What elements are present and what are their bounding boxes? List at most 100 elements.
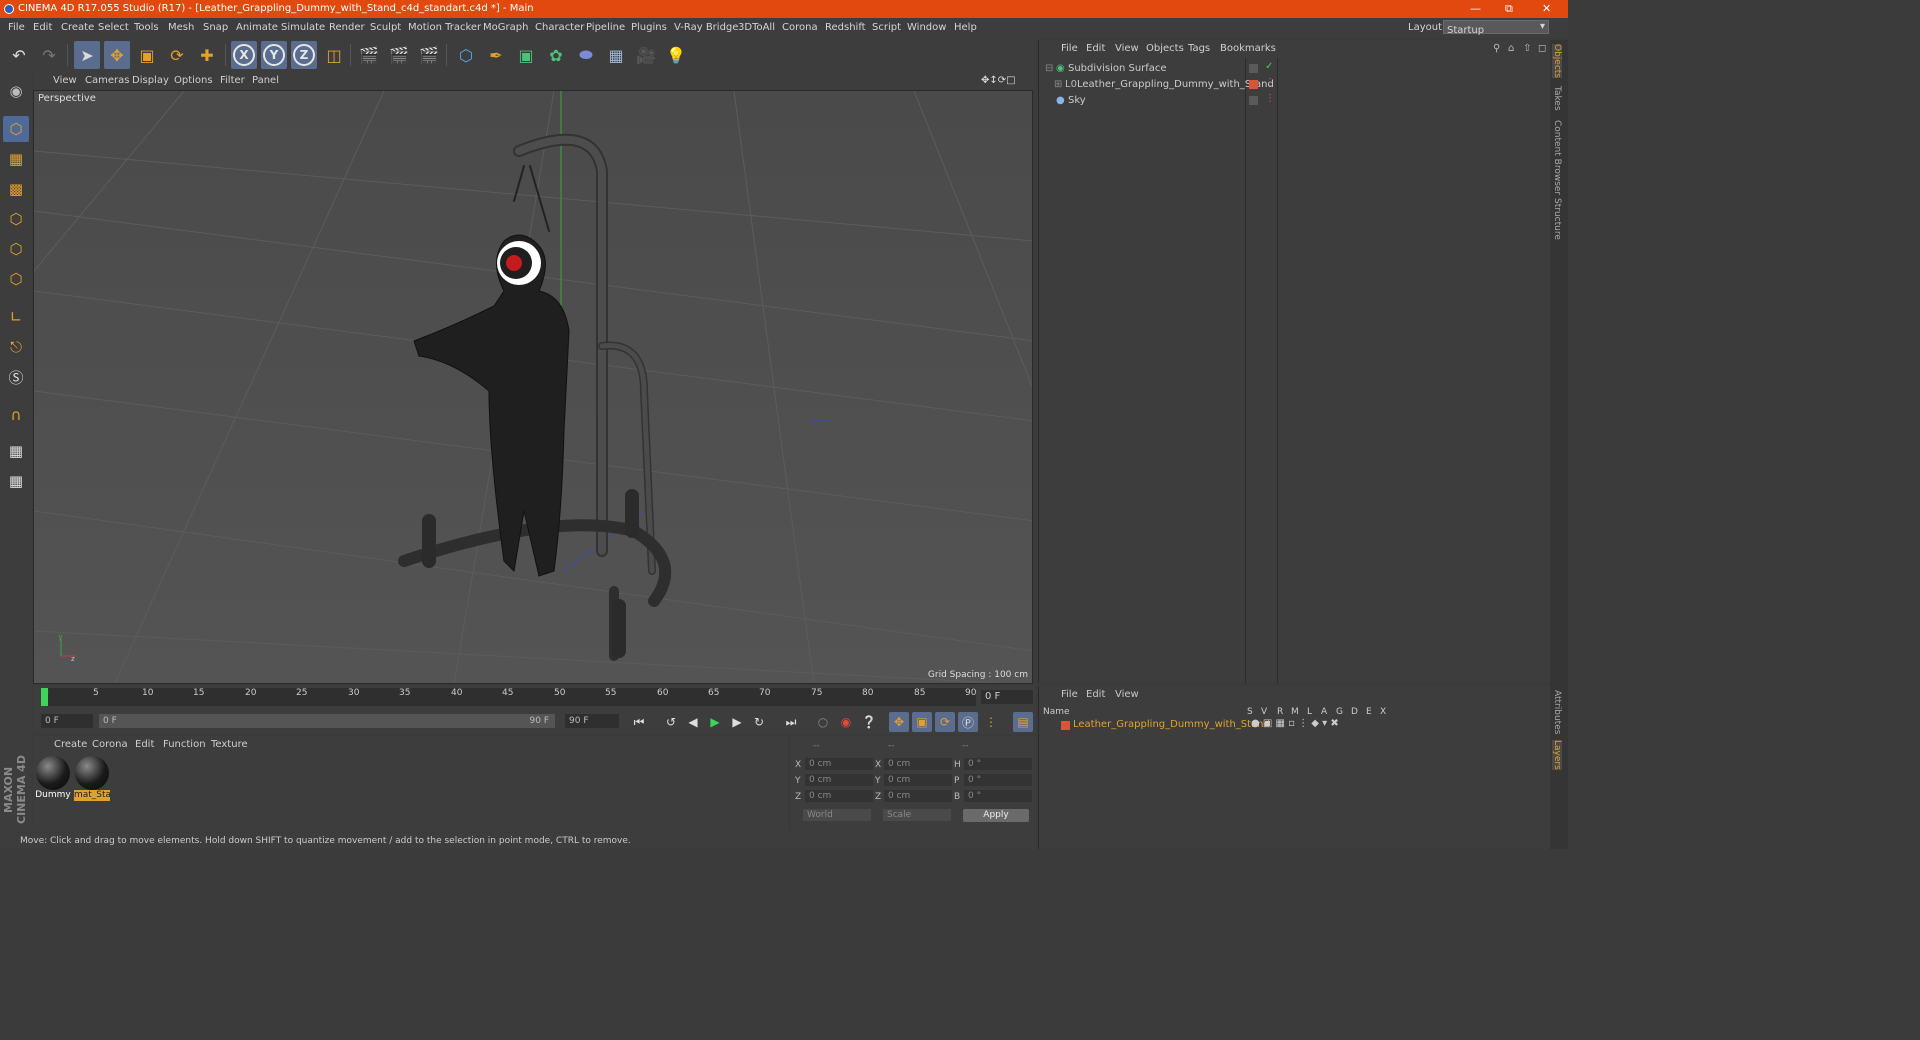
floor-icon[interactable]: ▦ bbox=[603, 41, 629, 69]
deformer-icon[interactable]: ⬬ bbox=[573, 41, 599, 69]
material-menu-texture[interactable]: Texture bbox=[211, 739, 248, 750]
go-to-end-icon[interactable]: ⏭ bbox=[781, 712, 801, 732]
scale-z-field[interactable]: 0 cm bbox=[884, 790, 952, 802]
camera-icon[interactable]: 🎥 bbox=[633, 41, 659, 69]
layer-menu-view[interactable]: View bbox=[1115, 689, 1139, 700]
record-keys-icon[interactable]: ○ bbox=[813, 712, 833, 732]
polygons-mode-icon[interactable]: ⬡ bbox=[3, 266, 29, 292]
menu-help[interactable]: Help bbox=[954, 22, 977, 33]
menu-plugins[interactable]: Plugins bbox=[631, 22, 667, 33]
previous-key-icon[interactable]: ↺ bbox=[661, 712, 681, 732]
material-menu-edit[interactable]: Edit bbox=[135, 739, 154, 750]
y-axis-icon[interactable]: Y bbox=[261, 41, 287, 69]
close-icon[interactable]: ✕ bbox=[1542, 2, 1551, 15]
menu-file[interactable]: File bbox=[8, 22, 25, 33]
menu-character[interactable]: Character bbox=[535, 22, 584, 33]
start-frame-field[interactable]: 0 F bbox=[41, 714, 93, 728]
go-to-start-icon[interactable]: ⏮ bbox=[629, 712, 649, 732]
menu-select[interactable]: Select bbox=[98, 22, 129, 33]
material-swatch[interactable]: mat_Sta bbox=[74, 756, 110, 804]
render-picture-viewer-icon[interactable]: 🎬 bbox=[386, 41, 412, 69]
tab-content-browser[interactable]: Content Browser bbox=[1552, 120, 1562, 195]
playhead[interactable] bbox=[41, 688, 48, 706]
search-icon[interactable]: ⚲ bbox=[1493, 43, 1500, 54]
menu-animate[interactable]: Animate bbox=[236, 22, 278, 33]
undo-icon[interactable]: ↶ bbox=[6, 41, 32, 69]
viewport-menu-options[interactable]: Options bbox=[174, 75, 213, 86]
tab-structure[interactable]: Structure bbox=[1552, 198, 1562, 240]
visibility-dots-icon[interactable]: ⋮ bbox=[1265, 77, 1275, 88]
menu-tools[interactable]: Tools bbox=[134, 22, 159, 33]
minimize-icon[interactable]: — bbox=[1470, 2, 1481, 15]
viewport-menu-cameras[interactable]: Cameras bbox=[85, 75, 129, 86]
3d-viewport[interactable]: y z Perspective Grid Spacing : 100 cm bbox=[33, 90, 1033, 684]
size-mode-dropdown[interactable]: Scale bbox=[883, 809, 951, 821]
coordinate-system-icon[interactable]: ◫ bbox=[321, 41, 347, 69]
end-frame-field[interactable]: 90 F bbox=[565, 714, 619, 728]
layout-dropdown[interactable]: Startup ▾ bbox=[1443, 20, 1549, 36]
expand-icon[interactable]: ◻ bbox=[1538, 43, 1546, 54]
subdivision-icon[interactable]: ▣ bbox=[513, 41, 539, 69]
material-menu-function[interactable]: Function bbox=[163, 739, 206, 750]
autokeying-icon[interactable]: ◉ bbox=[836, 712, 856, 732]
points-mode-icon[interactable]: ⬡ bbox=[3, 206, 29, 232]
viewport-menu-display[interactable]: Display bbox=[132, 75, 169, 86]
texture-mode-icon[interactable]: ▦ bbox=[3, 146, 29, 172]
layer-flags-icon[interactable]: ● ▣ ▦ ▫ ⋮ ◆ ▾ ✖ bbox=[1251, 718, 1339, 729]
keyframe-selection-icon[interactable]: ❔ bbox=[859, 712, 879, 732]
rotation-p-field[interactable]: 0 ° bbox=[964, 774, 1032, 786]
magnet-icon[interactable]: ∩ bbox=[3, 402, 29, 428]
key-position-icon[interactable]: ✥ bbox=[889, 712, 909, 732]
select-arrow-icon[interactable]: ➤ bbox=[74, 41, 100, 69]
edges-mode-icon[interactable]: ⬡ bbox=[3, 236, 29, 262]
z-axis-icon[interactable]: Z bbox=[291, 41, 317, 69]
timeline-track[interactable]: 0 5 10 15 20 25 30 35 40 45 50 55 60 65 … bbox=[41, 688, 976, 706]
menu-3dtoall[interactable]: 3DToAll bbox=[738, 22, 775, 33]
tab-objects[interactable]: Objects bbox=[1552, 44, 1562, 79]
visibility-icon[interactable]: ✓ bbox=[1265, 61, 1273, 72]
menu-mesh[interactable]: Mesh bbox=[168, 22, 194, 33]
position-z-field[interactable]: 0 cm bbox=[805, 790, 873, 802]
menu-sculpt[interactable]: Sculpt bbox=[370, 22, 401, 33]
model-mode-icon[interactable]: ⬡ bbox=[3, 116, 29, 142]
apply-button[interactable]: Apply bbox=[963, 809, 1029, 822]
cube-icon[interactable]: ⬡ bbox=[453, 41, 479, 69]
rotate-icon[interactable]: ⟳ bbox=[164, 41, 190, 69]
expand-icon[interactable]: ⊞ bbox=[1054, 79, 1062, 90]
lock-workplane-icon[interactable]: ▦ bbox=[3, 438, 29, 464]
layer-color-swatch[interactable] bbox=[1061, 721, 1070, 730]
cloner-icon[interactable]: ✿ bbox=[543, 41, 569, 69]
menu-motion-tracker[interactable]: Motion Tracker bbox=[408, 22, 481, 33]
viewport-menu-panel[interactable]: Panel bbox=[252, 75, 279, 86]
layer-menu-edit[interactable]: Edit bbox=[1086, 689, 1105, 700]
scale-icon[interactable]: ▣ bbox=[134, 41, 160, 69]
home-icon[interactable]: ⌂ bbox=[1508, 43, 1514, 54]
menu-snap[interactable]: Snap bbox=[203, 22, 228, 33]
live-move-icon[interactable]: ✚ bbox=[194, 41, 220, 69]
object-menu-tags[interactable]: Tags bbox=[1188, 43, 1210, 54]
menu-render[interactable]: Render bbox=[329, 22, 365, 33]
material-menu-create[interactable]: Create bbox=[54, 739, 87, 750]
material-menu-corona[interactable]: Corona bbox=[92, 739, 128, 750]
collapse-icon[interactable]: ⊟ bbox=[1045, 63, 1053, 74]
axis-mode-icon[interactable]: ∟ bbox=[3, 304, 29, 330]
menu-redshift[interactable]: Redshift bbox=[825, 22, 866, 33]
tab-layers[interactable]: Layers bbox=[1552, 740, 1562, 770]
pen-icon[interactable]: ✒ bbox=[483, 41, 509, 69]
make-editable-icon[interactable]: ◉ bbox=[3, 78, 29, 104]
position-x-field[interactable]: 0 cm bbox=[805, 758, 873, 770]
render-view-icon[interactable]: 🎬 bbox=[356, 41, 382, 69]
edit-render-settings-icon[interactable]: 🎬 bbox=[416, 41, 442, 69]
object-menu-bookmarks[interactable]: Bookmarks bbox=[1220, 43, 1276, 54]
layer-tag[interactable] bbox=[1249, 64, 1258, 73]
light-icon[interactable]: 💡 bbox=[663, 41, 689, 69]
menu-simulate[interactable]: Simulate bbox=[281, 22, 325, 33]
next-frame-icon[interactable]: ▶ bbox=[727, 712, 747, 732]
position-y-field[interactable]: 0 cm bbox=[805, 774, 873, 786]
current-frame-field[interactable]: 0 F bbox=[981, 690, 1033, 704]
menu-pipeline[interactable]: Pipeline bbox=[586, 22, 625, 33]
up-arrow-icon[interactable]: ⇧ bbox=[1523, 43, 1531, 54]
object-menu-file[interactable]: File bbox=[1061, 43, 1078, 54]
restore-icon[interactable]: ⧉ bbox=[1505, 2, 1513, 16]
object-row-sky[interactable]: ● Sky ⋮ bbox=[1043, 93, 1547, 108]
